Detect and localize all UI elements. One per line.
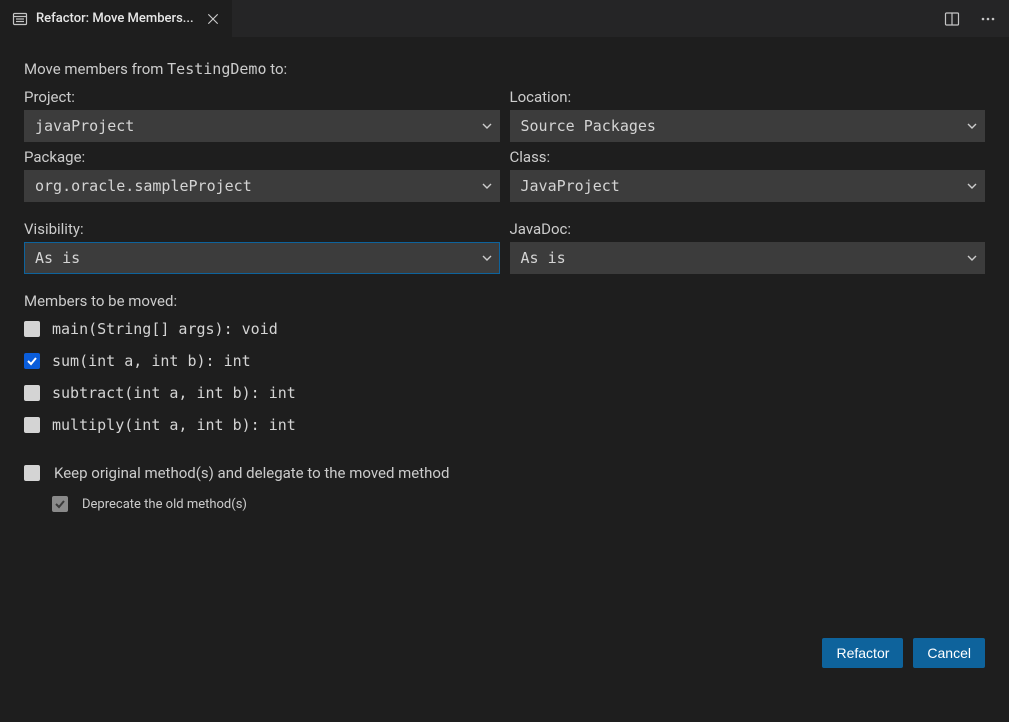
checkbox[interactable] bbox=[24, 321, 40, 337]
package-select[interactable]: org.oracle.sampleProject bbox=[24, 170, 500, 202]
dialog-content: Move members from TestingDemo to: Projec… bbox=[0, 38, 1009, 722]
tab-refactor-move-members[interactable]: Refactor: Move Members... bbox=[0, 0, 233, 37]
member-subtract[interactable]: subtract(int a, int b): int bbox=[24, 384, 985, 402]
chevron-down-icon bbox=[481, 120, 493, 132]
field-package: Package: org.oracle.sampleProject bbox=[24, 148, 500, 202]
split-editor-icon[interactable] bbox=[941, 8, 963, 30]
field-visibility: Visibility: As is bbox=[24, 220, 500, 274]
members-header: Members to be moved: bbox=[24, 292, 985, 310]
field-javadoc: JavaDoc: As is bbox=[510, 220, 986, 274]
javadoc-value: As is bbox=[521, 249, 566, 267]
member-label: main(String[] args): void bbox=[52, 320, 278, 338]
chevron-down-icon bbox=[966, 180, 978, 192]
location-label: Location: bbox=[510, 88, 986, 106]
member-label: multiply(int a, int b): int bbox=[52, 416, 296, 434]
intro-prefix: Move members from bbox=[24, 60, 167, 78]
close-icon[interactable] bbox=[206, 12, 220, 26]
chevron-down-icon bbox=[481, 252, 493, 264]
field-location: Location: Source Packages bbox=[510, 88, 986, 142]
checkbox[interactable] bbox=[24, 417, 40, 433]
visibility-select[interactable]: As is bbox=[24, 242, 500, 274]
class-value: JavaProject bbox=[521, 177, 620, 195]
intro-suffix: to: bbox=[267, 60, 288, 78]
refactor-button[interactable]: Refactor bbox=[822, 638, 903, 668]
class-label: Class: bbox=[510, 148, 986, 166]
option-deprecate: Deprecate the old method(s) bbox=[52, 496, 985, 512]
title-bar: Refactor: Move Members... bbox=[0, 0, 1009, 38]
member-label: subtract(int a, int b): int bbox=[52, 384, 296, 402]
member-multiply[interactable]: multiply(int a, int b): int bbox=[24, 416, 985, 434]
visibility-label: Visibility: bbox=[24, 220, 500, 238]
title-actions bbox=[931, 0, 1009, 37]
tabs: Refactor: Move Members... bbox=[0, 0, 233, 37]
cancel-button[interactable]: Cancel bbox=[913, 638, 985, 668]
option-label: Keep original method(s) and delegate to … bbox=[54, 464, 449, 482]
project-value: javaProject bbox=[35, 117, 134, 135]
checkbox bbox=[52, 496, 68, 512]
dialog-buttons: Refactor Cancel bbox=[822, 638, 985, 668]
chevron-down-icon bbox=[966, 120, 978, 132]
tab-label: Refactor: Move Members... bbox=[36, 11, 194, 26]
checkbox[interactable] bbox=[24, 353, 40, 369]
class-select[interactable]: JavaProject bbox=[510, 170, 986, 202]
member-sum[interactable]: sum(int a, int b): int bbox=[24, 352, 985, 370]
project-label: Project: bbox=[24, 88, 500, 106]
chevron-down-icon bbox=[966, 252, 978, 264]
visibility-value: As is bbox=[35, 249, 80, 267]
option-keep-delegate[interactable]: Keep original method(s) and delegate to … bbox=[24, 464, 985, 482]
package-value: org.oracle.sampleProject bbox=[35, 177, 252, 195]
source-class: TestingDemo bbox=[167, 60, 266, 78]
location-value: Source Packages bbox=[521, 117, 656, 135]
chevron-down-icon bbox=[481, 180, 493, 192]
location-select[interactable]: Source Packages bbox=[510, 110, 986, 142]
field-class: Class: JavaProject bbox=[510, 148, 986, 202]
package-label: Package: bbox=[24, 148, 500, 166]
project-select[interactable]: javaProject bbox=[24, 110, 500, 142]
members-list: main(String[] args): void sum(int a, int… bbox=[24, 320, 985, 434]
checkbox[interactable] bbox=[24, 465, 40, 481]
member-main[interactable]: main(String[] args): void bbox=[24, 320, 985, 338]
preview-icon bbox=[12, 11, 28, 27]
javadoc-select[interactable]: As is bbox=[510, 242, 986, 274]
member-label: sum(int a, int b): int bbox=[52, 352, 251, 370]
intro-text: Move members from TestingDemo to: bbox=[24, 60, 985, 78]
checkbox[interactable] bbox=[24, 385, 40, 401]
field-project: Project: javaProject bbox=[24, 88, 500, 142]
more-actions-icon[interactable] bbox=[977, 8, 999, 30]
javadoc-label: JavaDoc: bbox=[510, 220, 986, 238]
option-label: Deprecate the old method(s) bbox=[82, 497, 247, 512]
